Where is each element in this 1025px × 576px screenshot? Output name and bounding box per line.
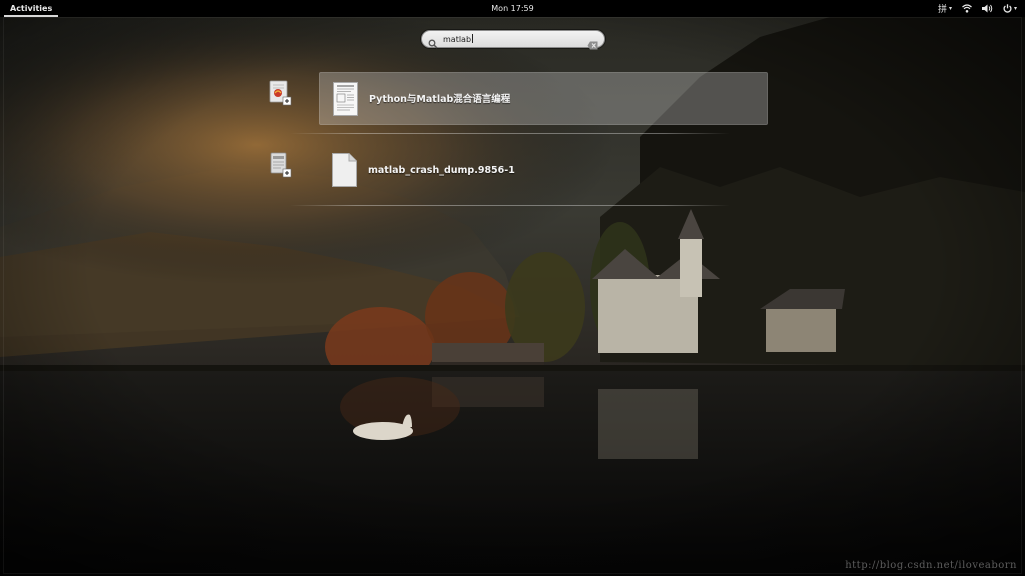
network-menu[interactable] bbox=[962, 4, 972, 13]
result-separator bbox=[290, 133, 730, 134]
gnome-shell-overview: http://blog.csdn.net/iloveaborn Activiti… bbox=[0, 0, 1025, 576]
input-method-menu[interactable]: 拼 ▾ bbox=[938, 2, 952, 15]
pdf-document-thumbnail bbox=[333, 82, 358, 116]
result-title: Python与Matlab混合语言编程 bbox=[369, 94, 511, 105]
search-result-item[interactable]: matlab_crash_dump.9856-1 bbox=[319, 144, 768, 197]
watermark-text: http://blog.csdn.net/iloveaborn bbox=[845, 560, 1017, 571]
speaker-icon bbox=[981, 4, 993, 13]
search-query: matlab bbox=[443, 34, 474, 44]
search-result-item[interactable]: Python与Matlab混合语言编程 bbox=[319, 72, 768, 125]
chevron-down-icon: ▾ bbox=[1013, 5, 1017, 12]
wifi-icon bbox=[962, 4, 972, 13]
search-input[interactable]: matlab bbox=[421, 30, 605, 49]
result-separator bbox=[290, 205, 730, 206]
top-bar: Activities Mon 17:59 拼 ▾ ▾ bbox=[0, 0, 1025, 17]
chevron-down-icon: ▾ bbox=[948, 5, 952, 12]
result-title: matlab_crash_dump.9856-1 bbox=[368, 165, 515, 176]
volume-menu[interactable] bbox=[981, 4, 993, 13]
activities-button[interactable]: Activities bbox=[4, 0, 59, 17]
system-menu[interactable]: ▾ bbox=[1003, 4, 1017, 13]
text-editor-app-icon[interactable] bbox=[268, 152, 292, 178]
search-icon bbox=[428, 34, 438, 49]
document-viewer-app-icon[interactable] bbox=[268, 80, 292, 106]
clear-search-icon[interactable] bbox=[587, 35, 598, 49]
text-document-icon bbox=[332, 153, 357, 187]
input-method-label: 拼 bbox=[937, 5, 947, 15]
power-icon bbox=[1003, 4, 1012, 13]
clock-menu[interactable]: Mon 17:59 bbox=[468, 0, 558, 18]
system-tray: 拼 ▾ ▾ bbox=[938, 0, 1017, 17]
